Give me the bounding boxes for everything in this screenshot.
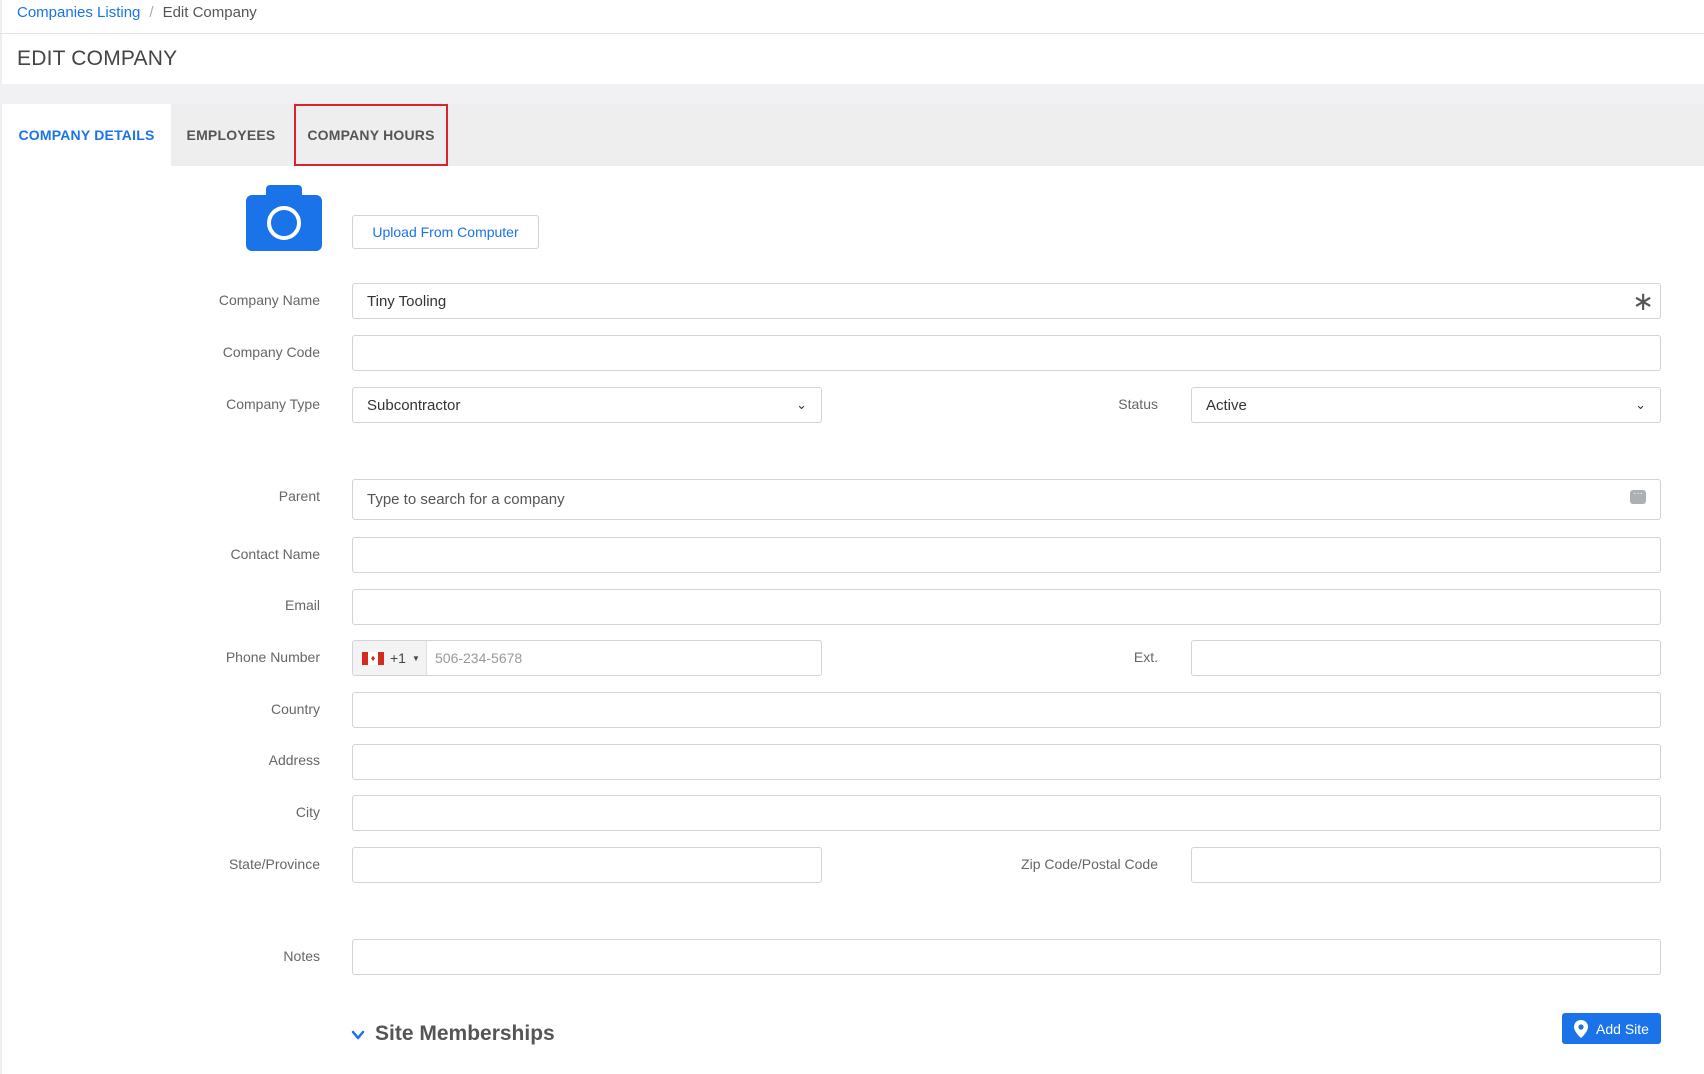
address-field[interactable] [352,744,1661,780]
breadcrumb: Companies Listing / Edit Company [17,4,257,21]
caret-down-icon: ▼ [411,653,420,663]
contact-name-field[interactable] [352,537,1661,573]
city-label: City [295,804,320,820]
dial-code: +1 [390,650,406,666]
email-label: Email [284,597,320,613]
city-field[interactable] [352,795,1661,831]
state-province-field[interactable] [352,847,822,883]
status-select[interactable]: Active ⌄ [1191,387,1661,423]
upload-from-computer-button[interactable]: Upload From Computer [352,215,539,249]
address-label: Address [268,752,320,768]
country-code-dropdown[interactable]: ♦ +1 ▼ [353,641,427,675]
company-type-value: Subcontractor [367,396,461,414]
zip-code-label: Zip Code/Postal Code [1021,856,1158,872]
ext-field[interactable] [1191,640,1661,676]
company-type-label: Company Type [226,396,320,412]
state-province-label: State/Province [228,856,320,872]
zip-code-field[interactable] [1191,847,1661,883]
page-title: EDIT COMPANY [17,47,178,70]
status-label: Status [1118,396,1158,412]
add-site-button[interactable]: Add Site [1562,1013,1661,1044]
notes-field[interactable] [352,939,1661,975]
tab-company-hours[interactable]: COMPANY HOURS [294,104,448,166]
company-type-select[interactable]: Subcontractor ⌄ [352,387,822,423]
edit-company-page: Companies Listing / Edit Company EDIT CO… [0,0,1704,1074]
chevron-down-icon[interactable] [350,1027,366,1043]
chevron-down-icon: ⌄ [1635,397,1646,412]
contact-name-label: Contact Name [230,546,320,562]
tab-bar: COMPANY DETAILS EMPLOYEES COMPANY HOURS [0,104,1704,166]
company-name-value: Tiny Tooling [367,292,447,310]
parent-search-field[interactable]: Type to search for a company ··· [352,479,1661,520]
email-field[interactable] [352,589,1661,625]
breadcrumb-separator: / [149,4,154,21]
company-name-field[interactable]: Tiny Tooling ∗ [352,283,1661,319]
tab-employees[interactable]: EMPLOYEES [171,104,291,166]
company-code-field[interactable] [352,335,1661,371]
map-pin-icon [1574,1019,1589,1038]
phone-number-input[interactable]: 506-234-5678 [427,641,821,675]
country-label: Country [270,701,320,717]
add-site-label: Add Site [1596,1020,1649,1037]
chevron-down-icon: ⌄ [796,397,807,412]
breadcrumb-companies-listing-link[interactable]: Companies Listing [17,4,140,21]
notes-label: Notes [283,948,320,964]
parent-label: Parent [278,488,320,504]
country-field[interactable] [352,692,1661,728]
canada-flag-icon: ♦ [362,651,384,665]
site-memberships-title[interactable]: Site Memberships [375,1022,555,1046]
header-divider [0,33,1704,34]
company-name-label: Company Name [218,292,320,308]
phone-number-field: ♦ +1 ▼ 506-234-5678 [352,640,822,676]
parent-placeholder: Type to search for a company [367,491,565,508]
header-spacer [0,84,1704,104]
status-value: Active [1206,396,1247,414]
phone-number-label: Phone Number [225,649,320,665]
camera-icon[interactable] [246,185,322,251]
ellipsis-icon[interactable]: ··· [1630,489,1646,504]
tab-company-details[interactable]: COMPANY DETAILS [2,104,171,166]
company-code-label: Company Code [222,344,320,360]
breadcrumb-current: Edit Company [162,4,257,21]
ext-label: Ext. [1133,649,1158,665]
asterisk-icon: ∗ [1632,286,1654,316]
